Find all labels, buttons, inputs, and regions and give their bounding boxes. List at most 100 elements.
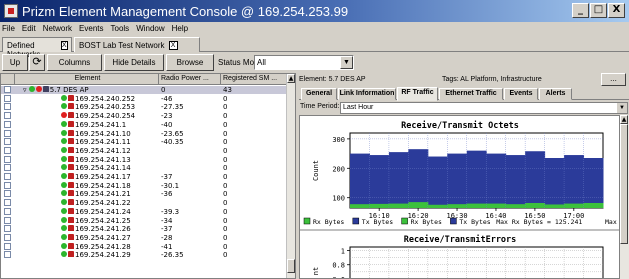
tab-defined-networks[interactable]: Defined Networks X [2, 37, 72, 59]
subscriber-module-icon [68, 164, 74, 171]
table-row[interactable]: 169.254.240.252 -46 0 [1, 94, 287, 103]
row-checkbox[interactable] [4, 216, 11, 224]
element-cell: 169.254.241.12 [61, 146, 131, 155]
table-row[interactable]: 169.254.241.25 -34 0 [1, 216, 287, 225]
status-ok-icon [61, 94, 67, 101]
menu-edit[interactable]: Edit [22, 24, 36, 33]
element-name: 169.254.241.25 [75, 216, 131, 225]
registered-sm-cell: 0 [223, 181, 228, 190]
chart-scrollbar[interactable]: ▲ [620, 115, 629, 279]
row-checkbox[interactable] [4, 120, 11, 128]
tab-events[interactable]: Events [504, 88, 538, 100]
table-row[interactable]: 169.254.241.1 -40 0 [1, 120, 287, 129]
menu-tools[interactable]: Tools [111, 24, 130, 33]
row-checkbox[interactable] [4, 173, 11, 180]
table-row[interactable]: 169.254.241.13 0 [1, 155, 287, 164]
window-title: Prizm Element Management Console @ 169.2… [22, 3, 349, 19]
refresh-icon[interactable]: ⟳ [29, 54, 45, 71]
table-row[interactable]: 169.254.241.26 -37 0 [1, 225, 287, 233]
table-scrollbar[interactable]: ▲ [286, 74, 295, 278]
row-checkbox[interactable] [4, 233, 11, 241]
expand-icon[interactable]: ▿ [23, 86, 29, 94]
maximize-button[interactable]: □ [590, 3, 607, 18]
column-header-registered-sm[interactable]: Registered SM ... [221, 74, 287, 85]
tab-bost-lab-test-network[interactable]: BOST Lab Test Network X [74, 37, 200, 52]
column-header-radio-power[interactable]: Radio Power ... [159, 74, 221, 85]
row-checkbox[interactable] [4, 207, 11, 215]
table-row[interactable]: 169.254.241.28 -41 0 [1, 242, 287, 251]
status-mode-select[interactable]: All ▼ [254, 55, 354, 70]
table-row[interactable]: 169.254.241.17 -37 0 [1, 173, 287, 181]
tab-general[interactable]: General [301, 88, 337, 100]
row-checkbox[interactable] [4, 225, 11, 233]
table-row[interactable]: ▿ 5.7 DES AP 0 43 [1, 86, 287, 94]
row-checkbox[interactable] [4, 112, 11, 120]
y-tick-label: 300 [332, 136, 345, 144]
row-checkbox[interactable] [4, 94, 11, 102]
subscriber-module-icon [68, 120, 74, 127]
row-checkbox[interactable] [4, 155, 11, 163]
radio-power-cell: 0 [161, 86, 166, 94]
hide-details-button[interactable]: Hide Details [104, 54, 164, 71]
chevron-down-icon[interactable]: ▼ [340, 56, 353, 69]
table-row[interactable]: 169.254.241.11 -40.35 0 [1, 138, 287, 146]
chevron-down-icon[interactable]: ▼ [617, 103, 627, 113]
table-row[interactable]: 169.254.241.18 -30.1 0 [1, 181, 287, 190]
checkbox-column-header [1, 74, 15, 85]
element-name: 169.254.241.13 [75, 155, 131, 164]
table-row[interactable]: 169.254.241.14 0 [1, 164, 287, 172]
table-row[interactable]: 169.254.241.22 0 [1, 199, 287, 207]
minimize-button[interactable]: _ [572, 3, 589, 18]
row-checkbox[interactable] [4, 103, 11, 111]
columns-button[interactable]: Columns [47, 54, 102, 71]
scroll-thumb[interactable] [620, 124, 628, 244]
registered-sm-cell: 0 [223, 138, 228, 147]
scroll-thumb[interactable] [287, 259, 295, 273]
table-row[interactable]: 169.254.241.29 -26.35 0 [1, 251, 287, 259]
close-tab-icon[interactable]: X [60, 41, 68, 50]
menu-help[interactable]: Help [172, 24, 188, 33]
element-header: Element: 5.7 DES AP Tags: AL Platform, I… [299, 73, 629, 87]
close-button[interactable]: X [608, 3, 625, 18]
row-checkbox[interactable] [4, 138, 11, 146]
access-point-icon [42, 86, 49, 92]
up-button[interactable]: Up [2, 54, 28, 71]
row-checkbox[interactable] [4, 86, 11, 93]
tags-more-button[interactable]: ... [601, 73, 626, 86]
scroll-up-icon[interactable]: ▲ [287, 74, 295, 83]
registered-sm-cell: 0 [223, 242, 228, 251]
menu-events[interactable]: Events [79, 24, 103, 33]
table-header: Element Radio Power ... Registered SM ..… [1, 74, 287, 85]
tab-link-information[interactable]: Link Information [338, 88, 396, 100]
radio-power-cell: -26.35 [161, 251, 184, 260]
window-controls: _ □ X [572, 3, 625, 18]
menu-file[interactable]: File [2, 24, 15, 33]
row-checkbox[interactable] [4, 181, 11, 189]
row-checkbox[interactable] [4, 251, 11, 259]
row-checkbox[interactable] [4, 190, 11, 198]
menu-window[interactable]: Window [136, 24, 164, 33]
tab-ethernet-traffic[interactable]: Ethernet Traffic [439, 88, 503, 100]
tab-rf-traffic[interactable]: RF Traffic [397, 87, 438, 101]
table-row[interactable]: 169.254.241.24 -39.3 0 [1, 207, 287, 216]
row-checkbox[interactable] [4, 146, 11, 154]
close-tab-icon[interactable]: X [168, 41, 178, 50]
row-checkbox[interactable] [4, 242, 11, 250]
tab-alerts[interactable]: Alerts [539, 88, 572, 100]
scroll-up-icon[interactable]: ▲ [620, 115, 628, 124]
column-header-element[interactable]: Element [15, 74, 159, 85]
table-row[interactable]: 169.254.241.27 -28 0 [1, 233, 287, 242]
table-row[interactable]: 169.254.241.10 -23.65 0 [1, 129, 287, 138]
registered-sm-cell: 0 [223, 164, 228, 173]
element-cell: 169.254.241.24 [61, 207, 131, 216]
row-checkbox[interactable] [4, 129, 11, 137]
table-row[interactable]: 169.254.240.253 -27.35 0 [1, 103, 287, 111]
row-checkbox[interactable] [4, 164, 11, 172]
browse-button[interactable]: Browse [166, 54, 214, 71]
table-row[interactable]: 169.254.240.254 -23 0 [1, 112, 287, 120]
menu-network[interactable]: Network [43, 24, 72, 33]
table-row[interactable]: 169.254.241.12 0 [1, 146, 287, 155]
table-row[interactable]: 169.254.241.21 -36 0 [1, 190, 287, 198]
time-period-select[interactable]: Last Hour ▼ [340, 102, 628, 114]
row-checkbox[interactable] [4, 199, 11, 207]
